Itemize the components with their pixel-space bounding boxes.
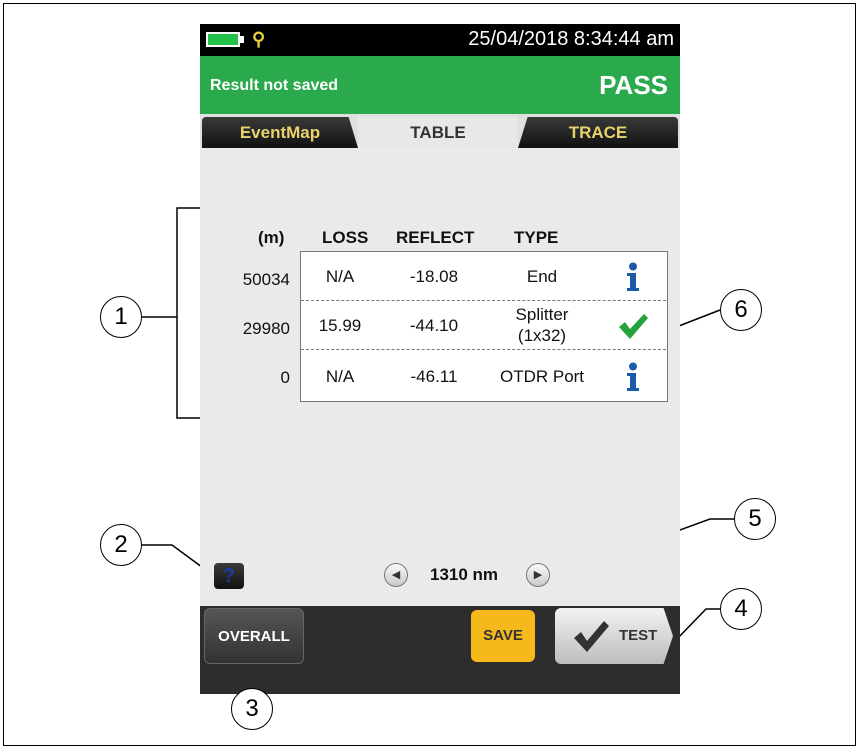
wavelength-selector: ◀ 1310 nm ▶ — [380, 561, 550, 591]
wavelength-value: 1310 nm — [430, 565, 499, 584]
loss-cell: 15.99 — [318, 316, 362, 335]
help-button[interactable]: ? — [214, 563, 244, 589]
reflect-cell: -44.10 — [409, 316, 459, 335]
overall-button[interactable]: OVERALL — [204, 608, 304, 664]
callout-2: 2 — [100, 524, 142, 566]
tab-trace[interactable]: TRACE — [518, 117, 678, 148]
check-icon — [574, 621, 609, 652]
event-table: N/A -18.08 End 15.99 -44.10 Splitter (1x… — [300, 251, 668, 402]
battery-icon — [206, 32, 240, 47]
col-header-type: TYPE — [514, 228, 559, 247]
bottom-bar: OVERALL SAVE TEST — [200, 606, 680, 694]
datetime: 25/04/2018 8:34:44 am — [468, 28, 674, 50]
row-distance: 0 — [280, 368, 290, 387]
result-header: Result not saved PASS — [200, 56, 680, 114]
callout-3: 3 — [231, 688, 273, 730]
col-header-distance: (m) — [258, 228, 285, 247]
table-row[interactable]: 15.99 -44.10 Splitter (1x32) — [301, 301, 666, 350]
info-icon[interactable] — [623, 262, 643, 292]
callout-6: 6 — [720, 289, 762, 331]
check-icon — [619, 314, 648, 339]
col-header-loss: LOSS — [322, 228, 369, 247]
info-icon[interactable] — [623, 362, 643, 392]
loss-cell: N/A — [325, 367, 355, 386]
reflect-cell: -18.08 — [409, 267, 459, 286]
device-screen: ⚲ 25/04/2018 8:34:44 am Result not saved… — [200, 24, 680, 694]
test-button-label: TEST — [619, 627, 658, 644]
row-distance: 50034 — [242, 270, 290, 289]
location-pin-icon: ⚲ — [252, 29, 266, 49]
type-cell: End — [526, 267, 558, 286]
type-cell-sub: (1x32) — [517, 326, 567, 345]
type-cell: Splitter — [515, 305, 569, 324]
row-distance: 29980 — [242, 319, 290, 338]
save-button[interactable]: SAVE — [471, 610, 535, 662]
battery-tip — [240, 36, 244, 43]
callout-4: 4 — [720, 588, 762, 630]
callout-1: 1 — [100, 296, 142, 338]
save-status: Result not saved — [210, 77, 339, 94]
callout-5: 5 — [734, 498, 776, 540]
type-cell: OTDR Port — [499, 367, 585, 386]
verdict: PASS — [599, 70, 668, 100]
wavelength-next-button[interactable]: ▶ — [526, 563, 550, 587]
test-button[interactable]: TEST — [555, 608, 673, 664]
table-row[interactable]: N/A -46.11 OTDR Port — [301, 350, 666, 399]
tab-bar: EventMap TABLE TRACE — [200, 114, 680, 148]
reflect-cell: -46.11 — [410, 367, 458, 386]
wavelength-prev-button[interactable]: ◀ — [384, 563, 408, 587]
tab-table[interactable]: TABLE — [358, 117, 518, 148]
loss-cell: N/A — [325, 267, 355, 286]
col-header-reflect: REFLECT — [396, 228, 475, 247]
status-bar: ⚲ 25/04/2018 8:34:44 am — [200, 24, 680, 56]
tab-eventmap[interactable]: EventMap — [202, 117, 358, 148]
table-row[interactable]: N/A -18.08 End — [301, 252, 666, 301]
